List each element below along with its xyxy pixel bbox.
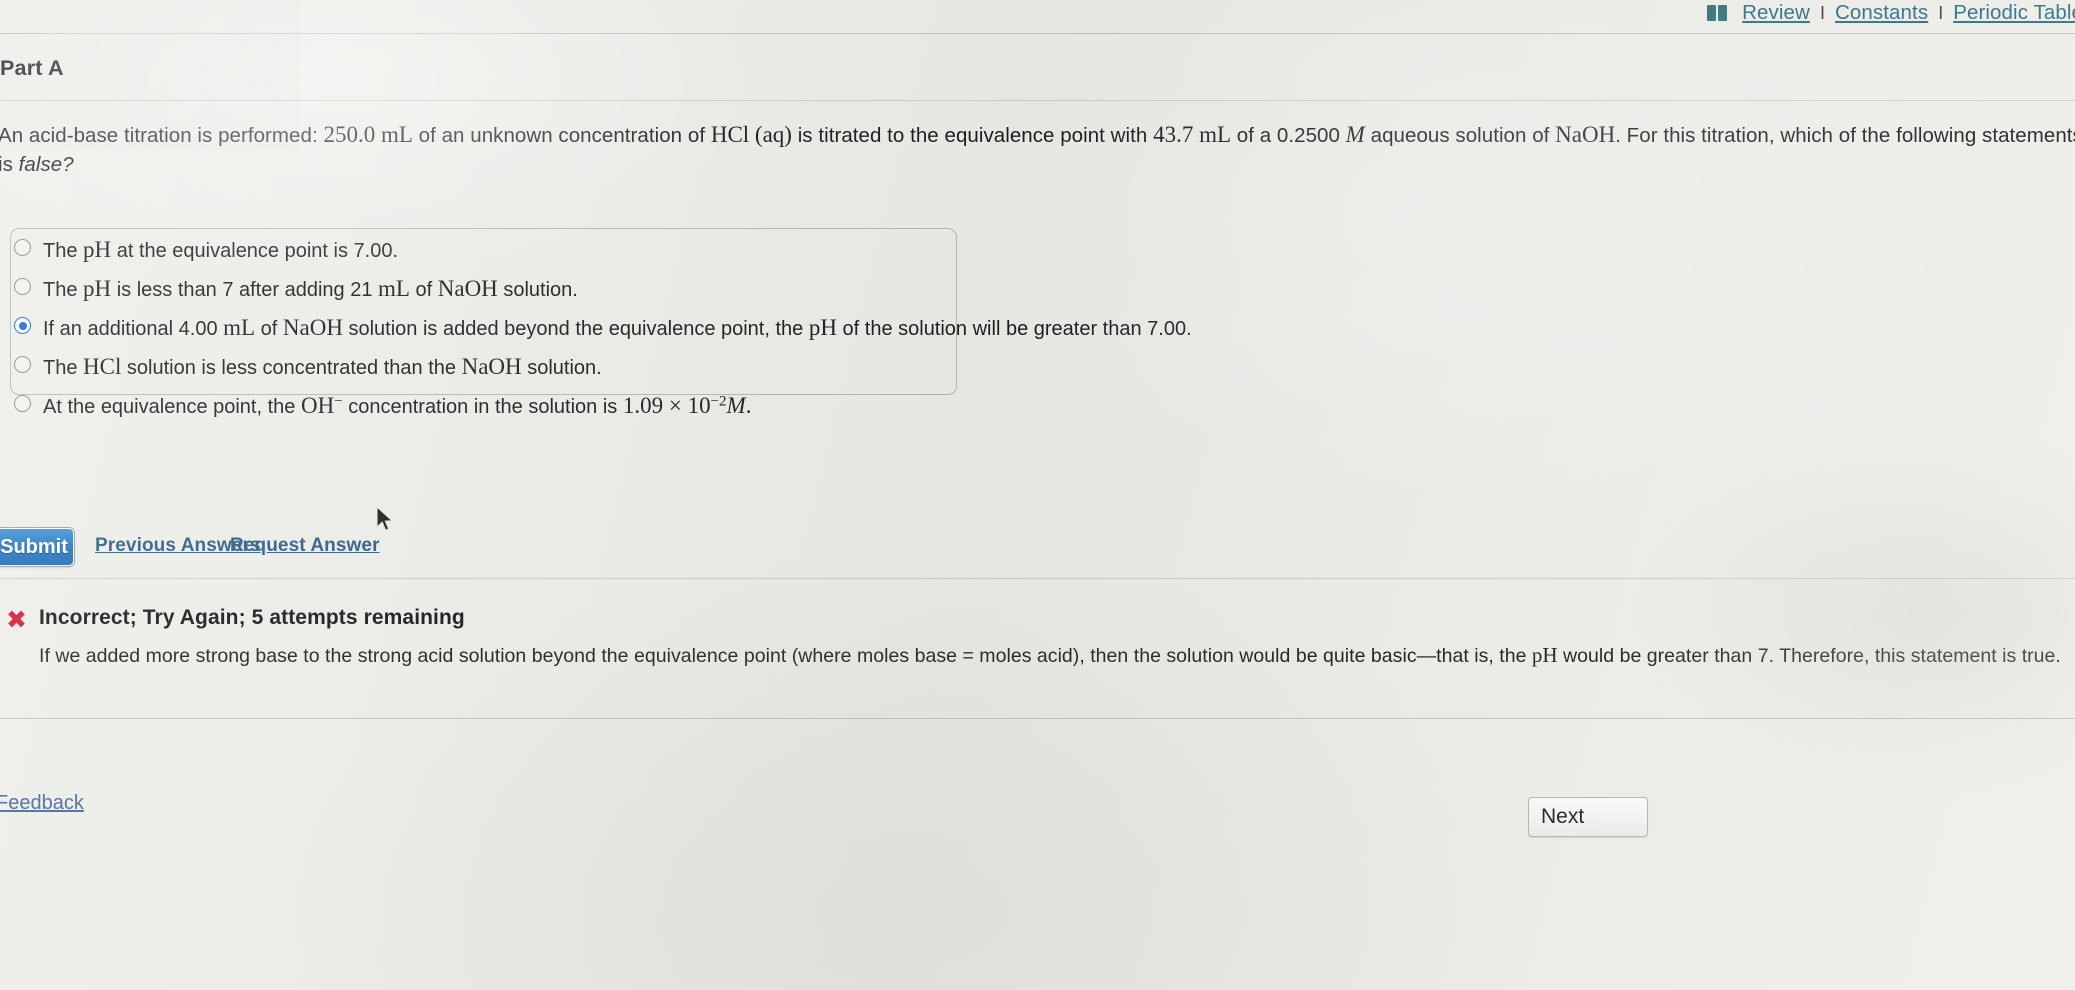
next-button[interactable]: Next (1528, 797, 1648, 837)
footer-area: Feedback Next (0, 0, 2075, 990)
feedback-link[interactable]: Feedback (0, 792, 84, 815)
assignment-page: Review I Constants I Periodic Table Part… (0, 0, 2075, 990)
